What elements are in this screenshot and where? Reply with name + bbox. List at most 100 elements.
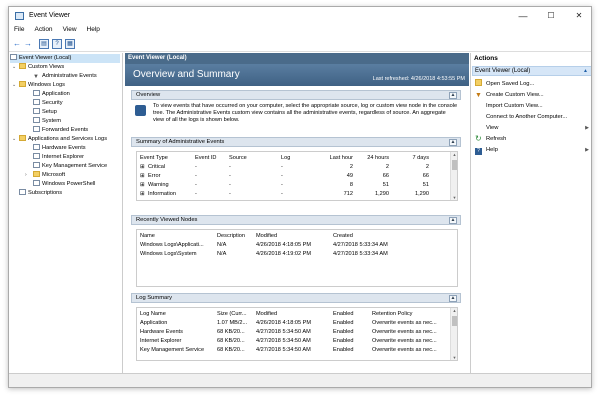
tree-node-key-management-service[interactable]: Key Management Service <box>33 162 107 171</box>
tree-node-security[interactable]: Security <box>33 99 63 108</box>
tree-node-windows-logs[interactable]: Windows Logs <box>19 81 65 90</box>
tree-node-applications-and-services-logs[interactable]: Applications and Services Logs <box>19 135 107 144</box>
overview-section-header[interactable]: Overview ▲ <box>131 90 461 100</box>
log-summary-section: Log Summary ▲ Log Name Size (Curr... Modi… <box>131 293 461 369</box>
action-view[interactable]: View ▶ <box>475 123 591 133</box>
tree-node-setup[interactable]: Setup <box>33 108 57 117</box>
recently-viewed-section: Recently Viewed Nodes ▲ Name Description … <box>131 215 461 291</box>
log-icon <box>33 153 40 159</box>
tree-node-system[interactable]: System <box>33 117 61 126</box>
actions-pane: Actions Event Viewer (Local) ▲ Open Saved… <box>470 53 591 373</box>
tree-node-hardware-events[interactable]: Hardware Events <box>33 144 86 153</box>
column-header[interactable]: Modified <box>256 233 277 239</box>
menu-help[interactable]: Help <box>82 25 105 33</box>
tree-node-internet-explorer[interactable]: Internet Explorer <box>33 153 84 162</box>
log-icon <box>33 144 40 150</box>
tree-node-administrative-events[interactable]: ▼ Administrative Events <box>33 72 97 81</box>
collapse-arrow-icon[interactable]: ▲ <box>583 67 588 75</box>
event-viewer-window: Event Viewer — ☐ ✕ File Action View Help ← … <box>8 6 592 388</box>
action-help[interactable]: ? Help ▶ <box>475 145 591 155</box>
expand-plus-icon[interactable]: ⊞ <box>140 173 145 179</box>
tree-node-event-viewer-local[interactable]: Event Viewer (Local) <box>10 54 120 63</box>
expand-plus-icon[interactable]: ⊞ <box>140 182 145 188</box>
back-arrow-icon[interactable]: ← <box>12 39 22 49</box>
overview-text: To view events that have occurred on you… <box>153 103 458 123</box>
subscriptions-icon <box>19 189 26 195</box>
log-summary-scrollbar[interactable]: ▲ ▼ <box>450 308 457 360</box>
submenu-arrow-icon: ▶ <box>585 147 589 153</box>
column-header[interactable]: Description <box>217 233 245 239</box>
expand-plus-icon[interactable]: ⊞ <box>140 164 145 170</box>
minimize-button[interactable]: — <box>509 10 537 22</box>
action-open-saved-log[interactable]: Open Saved Log... <box>475 79 591 89</box>
show-action-pane-icon[interactable]: ▦ <box>65 39 75 49</box>
scroll-up-icon[interactable]: ▲ <box>451 308 457 313</box>
log-summary-section-header[interactable]: Log Summary ▲ <box>131 293 461 303</box>
scroll-up-icon[interactable]: ▲ <box>451 152 457 157</box>
recently-viewed-section-header[interactable]: Recently Viewed Nodes ▲ <box>131 215 461 225</box>
close-button[interactable]: ✕ <box>565 10 591 22</box>
collapse-chevron-icon[interactable]: › <box>25 171 27 180</box>
tree-node-custom-views[interactable]: Custom Views <box>19 63 64 72</box>
event-viewer-icon <box>10 54 17 60</box>
log-icon <box>33 162 40 168</box>
page-title: Overview and Summary <box>133 69 240 80</box>
maximize-button[interactable]: ☐ <box>537 10 565 22</box>
menu-bar: File Action View Help <box>9 25 591 36</box>
tree-node-application[interactable]: Application <box>33 90 70 99</box>
column-header[interactable]: 7 days <box>399 155 429 161</box>
column-header[interactable]: Last hour <box>323 155 353 161</box>
action-create-custom-view[interactable]: ▼ Create Custom View... <box>475 90 591 100</box>
action-refresh[interactable]: ↻ Refresh <box>475 134 591 144</box>
column-header[interactable]: Enabled <box>333 311 354 317</box>
column-header[interactable]: Name <box>140 233 155 239</box>
collapse-icon[interactable]: ▲ <box>449 92 457 99</box>
scroll-down-icon[interactable]: ▼ <box>451 355 457 360</box>
column-header[interactable]: Event Type <box>140 155 168 161</box>
console-tree: Event Viewer (Local) ⌄ Custom Views ▼ Adm… <box>9 53 123 373</box>
collapse-icon[interactable]: ▲ <box>449 295 457 302</box>
column-header[interactable]: Created <box>333 233 353 239</box>
tree-node-windows-powershell[interactable]: Windows PowerShell <box>33 180 95 189</box>
forward-arrow-icon[interactable]: → <box>23 39 33 49</box>
show-hide-console-tree-icon[interactable]: ▤ <box>39 39 49 49</box>
last-refreshed-text: Last refreshed: 4/26/2018 4:53:55 PM <box>372 76 465 82</box>
column-header[interactable]: Log Name <box>140 311 166 317</box>
help-icon[interactable]: ? <box>52 39 62 49</box>
collapse-icon[interactable]: ▲ <box>449 139 457 146</box>
submenu-arrow-icon: ▶ <box>585 125 589 131</box>
log-summary-table: Log Name Size (Curr... Modified Enabled … <box>136 307 458 361</box>
summary-scrollbar[interactable]: ▲ ▼ <box>450 152 457 200</box>
menu-file[interactable]: File <box>9 25 29 33</box>
recent-nodes-table: Name Description Modified Created Window… <box>136 229 458 287</box>
collapse-icon[interactable]: ▲ <box>449 217 457 224</box>
center-pane: Event Viewer (Local) Overview and Summar… <box>125 53 469 373</box>
column-header[interactable]: Size (Curr... <box>217 311 247 317</box>
column-header[interactable]: Log <box>281 155 290 161</box>
scroll-thumb[interactable] <box>452 160 457 170</box>
column-header[interactable]: 24 hours <box>359 155 389 161</box>
expand-plus-icon[interactable]: ⊞ <box>140 191 145 197</box>
action-connect-another-computer[interactable]: Connect to Another Computer... <box>475 112 591 122</box>
column-header[interactable]: Modified <box>256 311 277 317</box>
help-icon: ? <box>475 148 482 155</box>
scroll-thumb[interactable] <box>452 316 457 326</box>
summary-section-header[interactable]: Summary of Administrative Events ▲ <box>131 137 461 147</box>
filter-icon: ▼ <box>33 74 39 80</box>
actions-group-header[interactable]: Event Viewer (Local) ▲ <box>472 66 591 76</box>
expand-chevron-icon[interactable]: ⌄ <box>12 63 16 72</box>
tree-node-forwarded-events[interactable]: Forwarded Events <box>33 126 88 135</box>
tree-node-microsoft[interactable]: Microsoft <box>33 171 65 180</box>
expand-chevron-icon[interactable]: ⌄ <box>12 81 16 90</box>
center-pane-header: Event Viewer (Local) <box>125 53 469 64</box>
menu-action[interactable]: Action <box>29 25 57 33</box>
column-header[interactable]: Retention Policy <box>372 311 412 317</box>
actions-title: Actions <box>474 55 498 62</box>
menu-view[interactable]: View <box>58 25 82 33</box>
expand-chevron-icon[interactable]: ⌄ <box>12 135 16 144</box>
scroll-down-icon[interactable]: ▼ <box>451 195 457 200</box>
column-header[interactable]: Event ID <box>195 155 216 161</box>
column-header[interactable]: Source <box>229 155 247 161</box>
action-import-custom-view[interactable]: Import Custom View... <box>475 101 591 111</box>
tree-node-subscriptions[interactable]: Subscriptions <box>19 189 62 198</box>
